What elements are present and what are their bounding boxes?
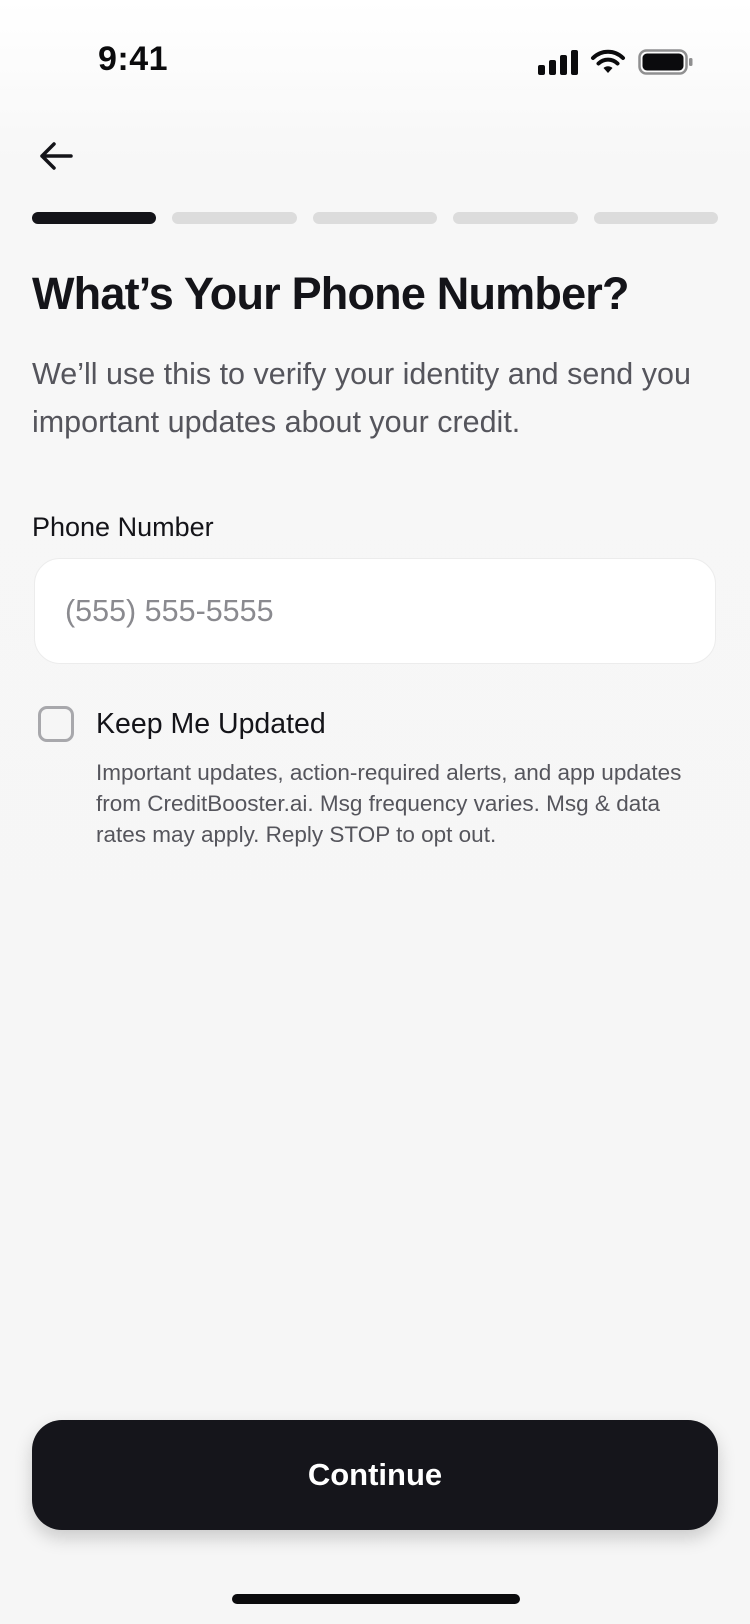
progress-step-2 <box>172 212 297 224</box>
page-title: What’s Your Phone Number? <box>32 268 630 319</box>
sms-consent-text: Important updates, action-required alert… <box>96 760 682 847</box>
progress-step-5 <box>593 212 719 224</box>
keep-updated-label[interactable]: Keep Me Updated <box>96 708 326 741</box>
phone-number-input[interactable] <box>34 558 716 664</box>
signal-icon <box>538 49 578 75</box>
progress-step-4 <box>453 212 578 224</box>
status-bar: 9:41 <box>0 0 750 120</box>
progress-step-3 <box>312 212 438 224</box>
status-icons <box>538 48 694 76</box>
back-button[interactable] <box>34 134 78 178</box>
continue-button[interactable]: Continue <box>32 1420 718 1530</box>
keep-updated-checkbox[interactable] <box>38 706 74 742</box>
arrow-left-icon <box>40 142 73 170</box>
status-time: 9:41 <box>98 40 169 78</box>
page-subtitle: We’ll use this to verify your identity a… <box>32 357 691 439</box>
step-progress <box>32 212 719 224</box>
battery-icon <box>638 48 694 76</box>
wifi-icon <box>590 49 626 75</box>
home-indicator <box>232 1594 520 1604</box>
phone-number-label: Phone Number <box>32 512 214 542</box>
progress-step-1 <box>32 212 157 224</box>
